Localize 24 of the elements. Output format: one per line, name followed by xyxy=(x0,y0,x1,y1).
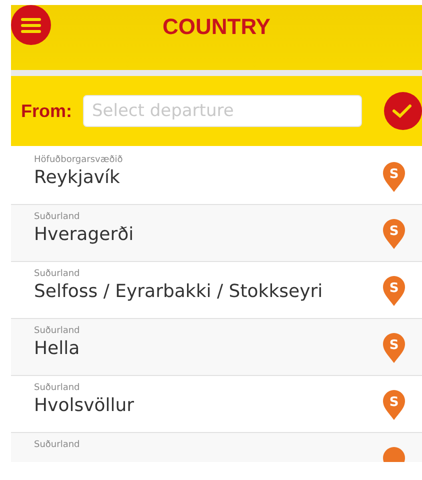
menu-button[interactable] xyxy=(11,5,51,45)
stop-item[interactable]: Suðurland Hella S xyxy=(11,319,422,376)
stop-name: Reykjavík xyxy=(34,167,121,188)
stop-name: Hella xyxy=(34,338,80,359)
region-label: Suðurland xyxy=(34,269,81,279)
map-pin-icon: S xyxy=(382,161,406,193)
region-label: Suðurland xyxy=(34,440,80,450)
region-label: Suðurland xyxy=(34,326,80,336)
confirm-button[interactable] xyxy=(384,92,422,130)
page-title: COUNTRY xyxy=(162,14,270,41)
stop-name: Hveragerði xyxy=(34,224,134,245)
stop-name: Selfoss / Eyrarbakki / Stokkseyri xyxy=(34,281,323,302)
region-label: Höfuðborgarsvæðið xyxy=(34,155,123,165)
map-pin-icon: S xyxy=(382,389,406,421)
map-pin-icon: S xyxy=(382,332,406,364)
map-pin-icon: S xyxy=(382,275,406,307)
map-pin-icon: S xyxy=(382,218,406,250)
region-label: Suðurland xyxy=(34,383,81,393)
menu-icon xyxy=(21,17,41,33)
stop-name: Hvolsvöllur xyxy=(34,395,134,416)
stop-item[interactable]: Suðurland Hveragerði S xyxy=(11,205,422,262)
checkmark-icon xyxy=(392,104,412,118)
region-label: Suðurland xyxy=(34,212,81,222)
from-label: From: xyxy=(21,100,72,122)
